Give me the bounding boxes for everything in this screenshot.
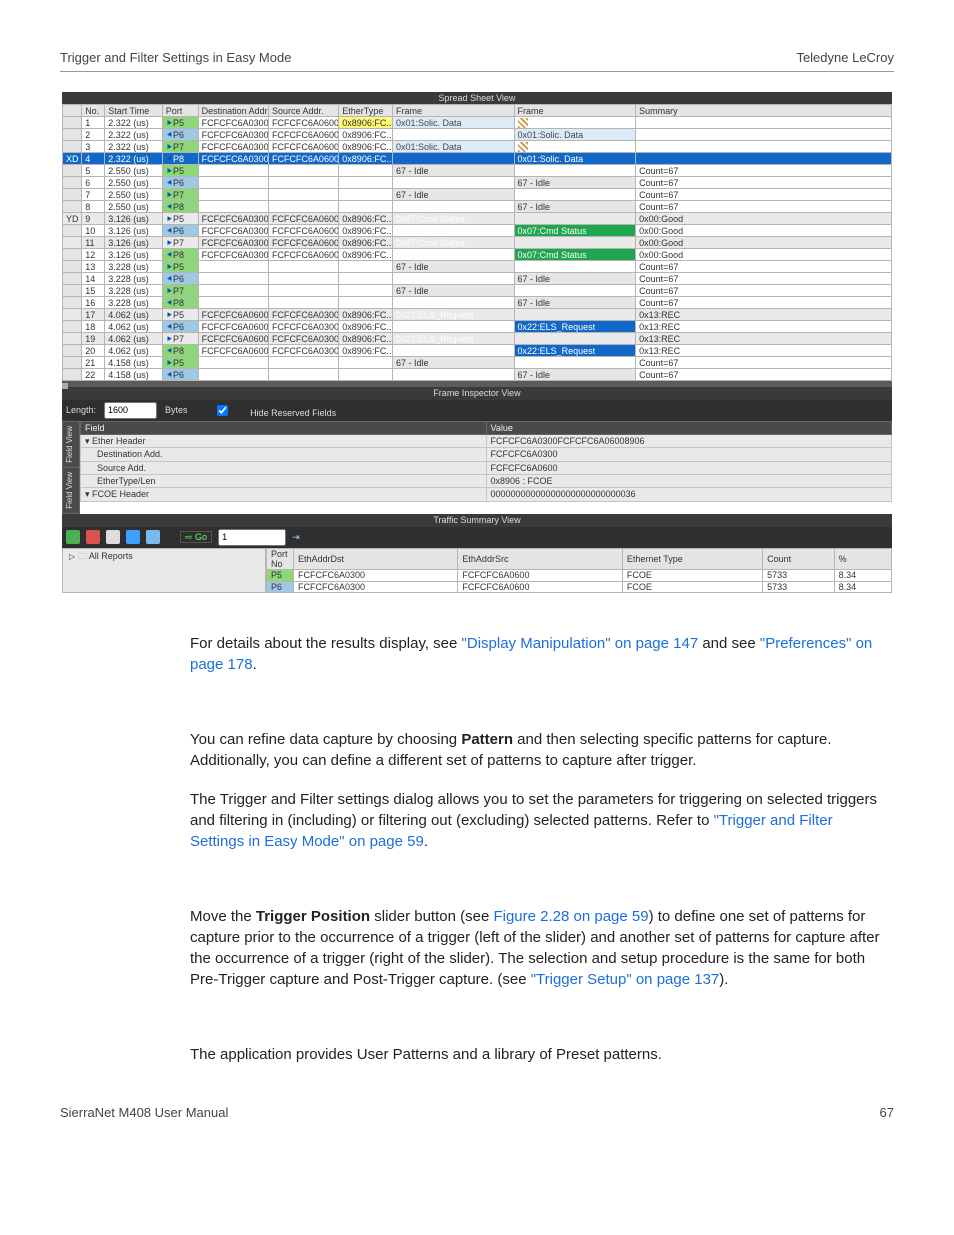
embedded-screenshot: Spread Sheet View No.Start TimePortDesti… xyxy=(62,92,892,593)
fi-row[interactable]: ▾ Ether HeaderFCFCFC6A0300FCFCFC6A060089… xyxy=(81,435,892,448)
tsv-row[interactable]: P6FCFCFC6A0300FCFCFC6A0600FCOE57338.34 xyxy=(267,581,892,592)
length-label: Length: xyxy=(66,405,96,415)
table-row[interactable]: 123.126 (us)⯇P8FCFCFC6A0300FCFCFC6A06000… xyxy=(63,249,892,261)
table-row[interactable]: 113.126 (us)⯈P7FCFCFC6A0300FCFCFC6A06000… xyxy=(63,237,892,249)
ss-col-header[interactable]: Frame xyxy=(393,105,515,117)
traffic-summary-table[interactable]: Port NoEthAddrDstEthAddrSrcEthernet Type… xyxy=(266,548,892,593)
tool-icon-2[interactable] xyxy=(146,530,160,544)
go-button[interactable]: ⇨ Go xyxy=(180,531,212,543)
fi-row[interactable]: EtherType/Len0x8906 : FCOE xyxy=(81,475,892,488)
paragraph-4: Move the Trigger Position slider button … xyxy=(60,906,894,990)
table-row[interactable]: 72.550 (us)⯈P767 - IdleCount=67 xyxy=(63,189,892,201)
footer-left: SierraNet M408 User Manual xyxy=(60,1105,228,1120)
length-input[interactable] xyxy=(104,402,157,419)
fi-tab-2[interactable]: Field View xyxy=(62,467,80,514)
link-display-manipulation[interactable]: "Display Manipulation" on page 147 xyxy=(462,635,699,652)
trigger-position-bold: Trigger Position xyxy=(256,908,370,925)
paragraph-5: The application provides User Patterns a… xyxy=(60,1044,894,1065)
tsv-col-header[interactable]: EthAddrDst xyxy=(294,548,458,570)
tree-expand-icon[interactable]: ▷ xyxy=(69,552,75,561)
paragraph-3: The Trigger and Filter settings dialog a… xyxy=(60,789,894,852)
stop-icon[interactable] xyxy=(86,530,100,544)
print-icon[interactable] xyxy=(106,530,120,544)
table-row[interactable]: 82.550 (us)⯇P867 - IdleCount=67 xyxy=(63,201,892,213)
tsv-col-header[interactable]: % xyxy=(834,548,891,570)
table-row[interactable]: 204.062 (us)⯇P8FCFCFC6A0600FCFCFC6A03000… xyxy=(63,345,892,357)
ss-col-header[interactable]: Summary xyxy=(636,105,892,117)
footer-page-number: 67 xyxy=(880,1105,894,1120)
fi-row[interactable]: Destination Add.FCFCFC6A0300 xyxy=(81,448,892,461)
ss-col-header[interactable]: Frame xyxy=(514,105,636,117)
paragraph-1: For details about the results display, s… xyxy=(60,633,894,675)
table-row[interactable]: 153.228 (us)⯈P767 - IdleCount=67 xyxy=(63,285,892,297)
length-unit: Bytes xyxy=(165,405,188,415)
tsv-col-header[interactable]: Ethernet Type xyxy=(622,548,762,570)
tree-root-label[interactable]: All Reports xyxy=(89,551,133,561)
page-header: Trigger and Filter Settings in Easy Mode… xyxy=(60,50,894,72)
table-row[interactable]: 143.228 (us)⯇P667 - IdleCount=67 xyxy=(63,273,892,285)
frame-inspector-table[interactable]: Field Value ▾ Ether HeaderFCFCFC6A0300FC… xyxy=(80,421,892,502)
folder-icon: 🗀 xyxy=(78,551,87,561)
play-icon[interactable] xyxy=(66,530,80,544)
go-last-icon[interactable]: ⇥ xyxy=(292,532,300,542)
table-row[interactable]: 194.062 (us)⯈P7FCFCFC6A0600FCFCFC6A03000… xyxy=(63,333,892,345)
ss-col-header[interactable]: No. xyxy=(82,105,105,117)
ss-col-header[interactable]: Source Addr. xyxy=(268,105,338,117)
fi-col-field: Field xyxy=(81,421,487,434)
header-right: Teledyne LeCroy xyxy=(796,50,894,65)
hide-reserved-checkbox[interactable]: Hide Reserved Fields xyxy=(196,402,337,419)
tool-icon-1[interactable] xyxy=(126,530,140,544)
frame-inspector-toolbar: Length: Bytes Hide Reserved Fields xyxy=(62,400,892,421)
traffic-summary-toolbar: ⇨ Go ⇥ xyxy=(62,527,892,548)
table-row[interactable]: 22.322 (us)⯇P6FCFCFC6A0300FCFCFC6A06000x… xyxy=(63,129,892,141)
frame-inspector-side-tabs[interactable]: Field View Field View xyxy=(62,421,80,515)
frame-inspector-title: Frame Inspector View xyxy=(62,387,892,399)
tsv-col-header[interactable]: Port No xyxy=(267,548,294,570)
hide-reserved-input[interactable] xyxy=(200,405,245,416)
table-row[interactable]: 214.158 (us)⯈P567 - IdleCount=67 xyxy=(63,357,892,369)
link-figure-2-28[interactable]: Figure 2.28 on page 59 xyxy=(493,908,648,925)
traffic-summary-title: Traffic Summary View xyxy=(62,514,892,526)
spreadsheet-table[interactable]: No.Start TimePortDestination Addr.Source… xyxy=(62,104,892,381)
ss-col-header[interactable]: Port xyxy=(162,105,198,117)
paragraph-2: You can refine data capture by choosing … xyxy=(60,729,894,771)
tsv-col-header[interactable]: EthAddrSrc xyxy=(458,548,622,570)
table-row[interactable]: YD93.126 (us)⯈P5FCFCFC6A0300FCFCFC6A0600… xyxy=(63,213,892,225)
fi-row[interactable]: Source Add.FCFCFC6A0600 xyxy=(81,461,892,474)
table-row[interactable]: 62.550 (us)⯇P667 - IdleCount=67 xyxy=(63,177,892,189)
table-row[interactable]: 184.062 (us)⯇P6FCFCFC6A0600FCFCFC6A03000… xyxy=(63,321,892,333)
fi-row[interactable]: ▾ FCOE Header000000000000000000000000000… xyxy=(81,488,892,501)
table-row[interactable]: 52.550 (us)⯈P567 - IdleCount=67 xyxy=(63,165,892,177)
table-row[interactable]: 174.062 (us)⯈P5FCFCFC6A0600FCFCFC6A03000… xyxy=(63,309,892,321)
tsv-row[interactable]: P5FCFCFC6A0300FCFCFC6A0600FCOE57338.34 xyxy=(267,570,892,581)
ss-col-header[interactable]: Start Time xyxy=(105,105,163,117)
page-footer: SierraNet M408 User Manual 67 xyxy=(60,1105,894,1120)
table-row[interactable]: 32.322 (us)⯈P7FCFCFC6A0300FCFCFC6A06000x… xyxy=(63,141,892,153)
link-trigger-setup[interactable]: "Trigger Setup" on page 137 xyxy=(531,971,720,988)
traffic-summary-tree[interactable]: ▷ 🗀 All Reports xyxy=(62,548,266,593)
spreadsheet-title: Spread Sheet View xyxy=(62,92,892,104)
pattern-bold: Pattern xyxy=(461,731,513,748)
table-row[interactable]: 12.322 (us)⯈P5FCFCFC6A0300FCFCFC6A06000x… xyxy=(63,117,892,129)
table-row[interactable]: 224.158 (us)⯇P667 - IdleCount=67 xyxy=(63,369,892,381)
table-row[interactable]: 133.228 (us)⯈P567 - IdleCount=67 xyxy=(63,261,892,273)
table-row[interactable]: 163.228 (us)⯇P867 - IdleCount=67 xyxy=(63,297,892,309)
fi-col-value: Value xyxy=(486,421,892,434)
table-row[interactable]: 103.126 (us)⯇P6FCFCFC6A0300FCFCFC6A06000… xyxy=(63,225,892,237)
ss-col-header[interactable]: Destination Addr. xyxy=(198,105,268,117)
header-left: Trigger and Filter Settings in Easy Mode xyxy=(60,50,291,65)
go-input[interactable] xyxy=(218,529,286,546)
table-row[interactable]: XD42.322 (us)⯇P8FCFCFC6A0300FCFCFC6A0600… xyxy=(63,153,892,165)
ss-col-header[interactable]: EtherType xyxy=(339,105,393,117)
tsv-col-header[interactable]: Count xyxy=(763,548,834,570)
fi-tab-1[interactable]: Field View xyxy=(62,421,80,468)
